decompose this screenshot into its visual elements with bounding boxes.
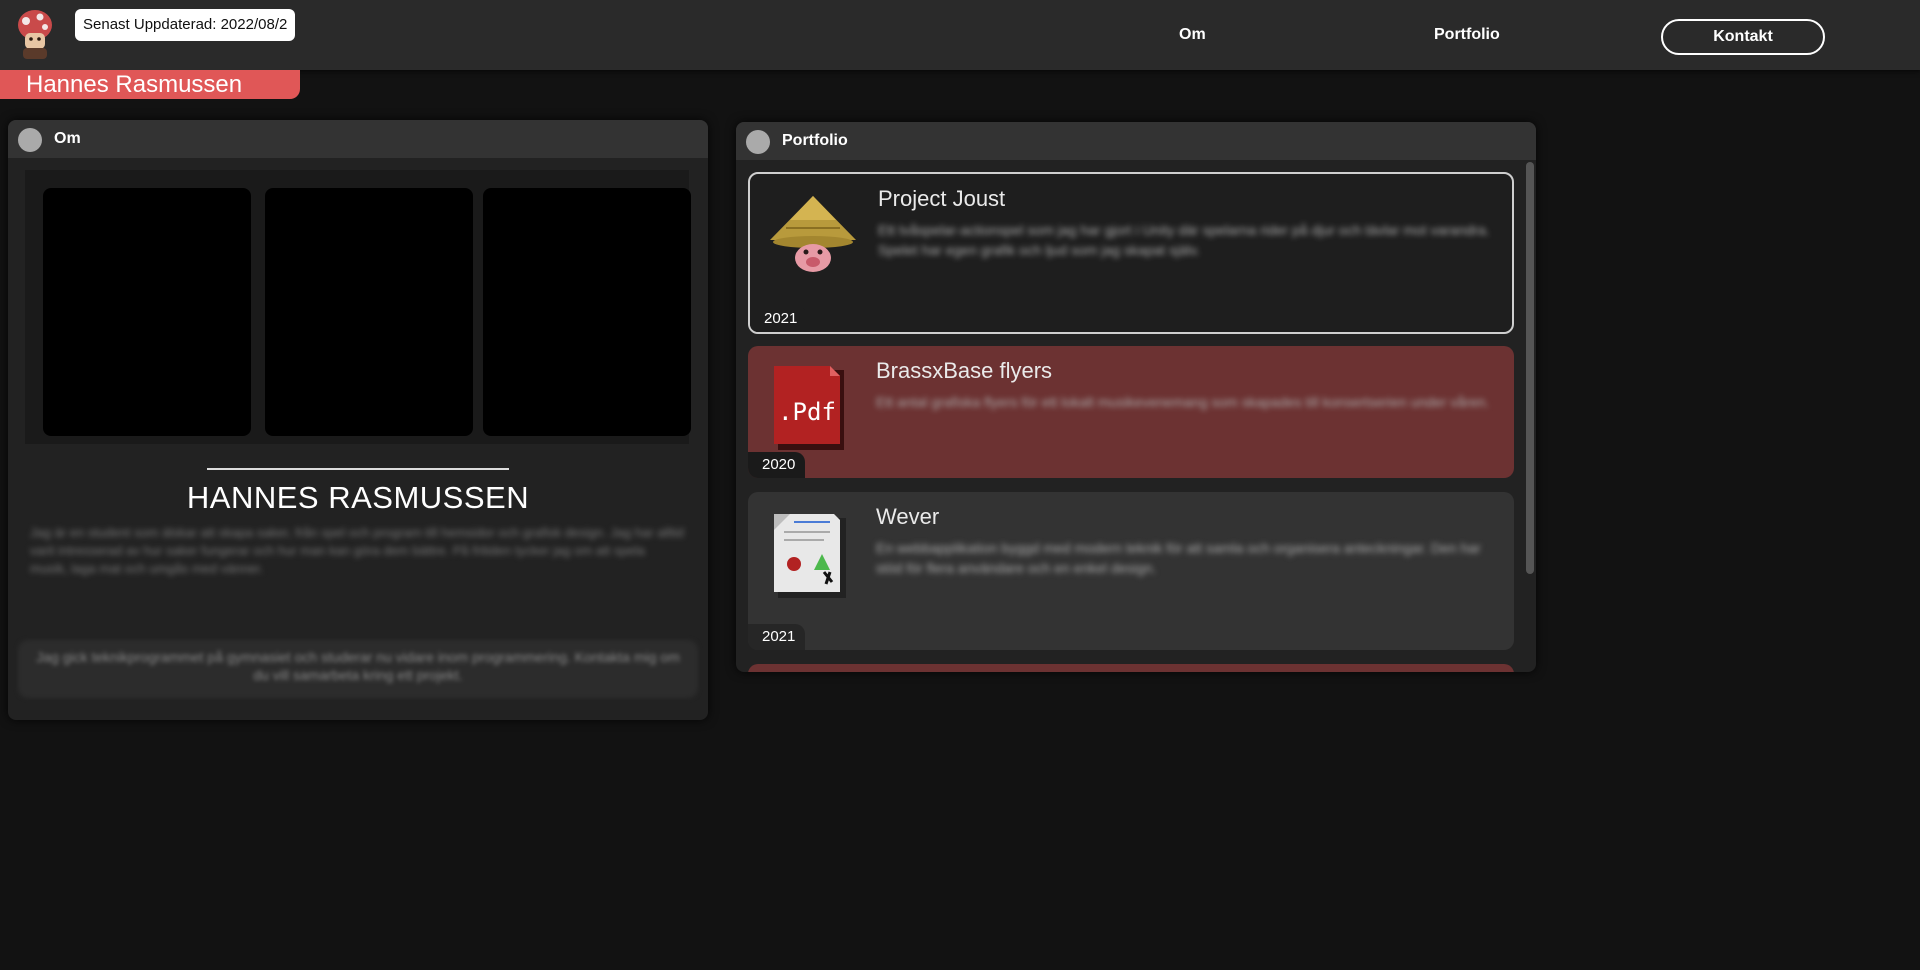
- project-card-joust[interactable]: Project Joust Ett tvåspelar-actionspel s…: [748, 172, 1514, 334]
- om-window: Om HANNES RASMUSSEN Jag är en student so…: [8, 120, 708, 720]
- om-window-header[interactable]: Om: [8, 120, 708, 158]
- project-title: Wever: [876, 504, 940, 529]
- photo-frame: [43, 188, 251, 436]
- window-control-dot-icon[interactable]: [18, 128, 42, 152]
- about-name-heading: HANNES RASMUSSEN: [186, 480, 530, 515]
- project-description: Ett tvåspelar-actionspel som jag har gjo…: [878, 222, 1490, 258]
- project-description: En webbapplikation byggd med modern tekn…: [876, 540, 1481, 576]
- top-bar: Senast Uppdaterad: 2022/08/2 Om Portfoli…: [0, 0, 1920, 70]
- name-divider: [207, 468, 509, 470]
- project-card-partial[interactable]: [748, 664, 1514, 672]
- project-title: Project Joust: [878, 186, 1006, 211]
- window-control-dot-icon[interactable]: [746, 130, 770, 154]
- portfolio-scrollbar[interactable]: [1526, 162, 1534, 574]
- project-year: 2021: [748, 624, 806, 650]
- om-window-title: Om: [54, 130, 81, 147]
- nav-link-om[interactable]: Om: [1179, 26, 1206, 44]
- photo-gallery: [25, 170, 691, 444]
- portfolio-window-title: Portfolio: [782, 132, 848, 149]
- mushroom-avatar-logo-icon[interactable]: [14, 8, 56, 60]
- svg-text:.Pdf: .Pdf: [778, 398, 836, 426]
- photo-frame: [483, 188, 691, 436]
- portfolio-window: Portfolio Project Joust Ett tvåspelar-ac…: [736, 122, 1536, 672]
- nav-kontakt-button[interactable]: Kontakt: [1661, 19, 1825, 55]
- document-file-icon: [774, 514, 846, 598]
- project-year: 2020: [748, 452, 806, 478]
- project-card-brassxbase[interactable]: .Pdf BrassxBase flyers Ett antal grafisk…: [748, 346, 1514, 478]
- project-description: Ett antal grafiska flyers för ett lokalt…: [876, 394, 1490, 410]
- pdf-file-icon: .Pdf: [774, 366, 844, 450]
- project-year: 2021: [750, 306, 808, 332]
- project-title: BrassxBase flyers: [876, 358, 1053, 383]
- project-card-wever[interactable]: Wever En webbapplikation byggd med moder…: [748, 492, 1514, 650]
- site-name-tag: Hannes Rasmussen: [0, 70, 300, 99]
- photo-frame: [265, 188, 473, 436]
- about-bio-text: Jag är en student som älskar att skapa s…: [30, 525, 684, 576]
- about-footer-text: Jag gick teknikprogrammet på gymnasiet o…: [18, 640, 698, 698]
- portfolio-list[interactable]: Project Joust Ett tvåspelar-actionspel s…: [736, 160, 1536, 672]
- portfolio-window-header[interactable]: Portfolio: [736, 122, 1536, 160]
- last-updated-badge: Senast Uppdaterad: 2022/08/2: [75, 9, 296, 41]
- nav-link-portfolio[interactable]: Portfolio: [1434, 26, 1500, 44]
- straw-hat-pig-icon: [770, 196, 856, 272]
